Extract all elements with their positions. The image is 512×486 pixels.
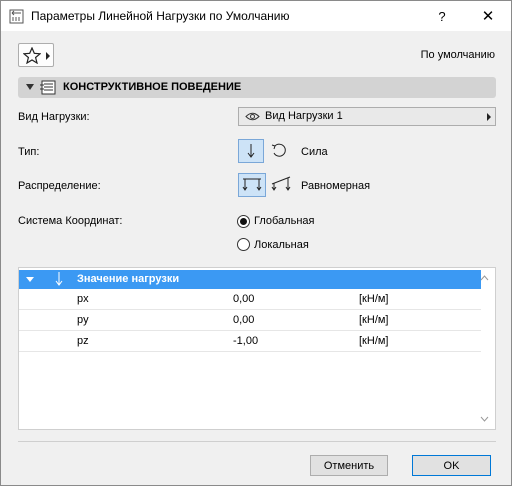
load-values-table: Значение нагрузки px 0,00 [кН/м] py 0,00… [18,267,496,430]
force-arrow-icon [247,144,255,158]
window-title: Параметры Линейной Нагрузки по Умолчанию [31,9,290,23]
load-type-dropdown[interactable]: Вид Нагрузки 1 [238,107,496,126]
scroll-down-icon[interactable] [480,416,489,422]
load-type-label: Вид Нагрузки: [18,111,90,123]
chevron-right-icon [46,52,50,60]
table-row[interactable]: px 0,00 [кН/м] [19,289,481,310]
section-title: КОНСТРУКТИВНОЕ ПОВЕДЕНИЕ [63,81,242,93]
collapse-triangle-icon [26,84,34,90]
type-value: Сила [301,146,328,158]
moment-type-button[interactable] [267,139,293,163]
title-bar: Параметры Линейной Нагрузки по Умолчанию… [1,1,511,31]
scroll-up-icon[interactable] [480,275,489,281]
table-row[interactable]: pz -1,00 [кН/м] [19,331,481,352]
favorites-button[interactable] [18,43,54,67]
table-header-title: Значение нагрузки [77,273,180,285]
app-icon [9,9,24,24]
collapse-triangle-icon [26,277,34,282]
default-label: По умолчанию [420,49,495,61]
eye-icon [245,112,260,121]
load-type-value: Вид Нагрузки 1 [265,110,343,122]
radio-local-label: Локальная [254,239,309,251]
divider [18,441,496,442]
uniform-distribution-button[interactable] [238,173,266,197]
row-name: px [77,293,89,305]
close-button[interactable]: ✕ [465,1,511,31]
radio-local[interactable] [237,238,250,251]
row-unit: [кН/м] [359,335,389,347]
type-label: Тип: [18,146,40,158]
row-name: py [77,314,89,326]
chevron-right-icon [487,113,491,121]
trapezoid-distribution-button[interactable] [269,173,295,197]
force-arrow-icon [55,272,63,286]
star-icon [23,47,41,64]
section-header[interactable]: КОНСТРУКТИВНОЕ ПОВЕДЕНИЕ [18,77,496,98]
row-unit: [кН/м] [359,293,389,305]
moment-icon [271,143,286,157]
distribution-label: Распределение: [18,180,101,192]
row-value[interactable]: -1,00 [233,335,258,347]
table-row[interactable]: py 0,00 [кН/м] [19,310,481,331]
row-name: pz [77,335,89,347]
distribution-value: Равномерная [301,180,371,192]
radio-global[interactable] [237,215,250,228]
dialog-window: Параметры Линейной Нагрузки по Умолчанию… [0,0,512,486]
table-header-row[interactable]: Значение нагрузки [19,270,481,289]
trapezoid-load-icon [271,176,291,191]
row-value[interactable]: 0,00 [233,314,254,326]
coord-system-label: Система Координат: [18,215,123,227]
help-button[interactable]: ? [419,1,465,31]
row-unit: [кН/м] [359,314,389,326]
force-type-button[interactable] [238,139,264,163]
row-value[interactable]: 0,00 [233,293,254,305]
cancel-button[interactable]: Отменить [310,455,388,476]
uniform-load-icon [242,178,262,191]
structural-behavior-icon [40,80,56,95]
ok-button[interactable]: OK [412,455,491,476]
radio-global-label: Глобальная [254,215,315,227]
